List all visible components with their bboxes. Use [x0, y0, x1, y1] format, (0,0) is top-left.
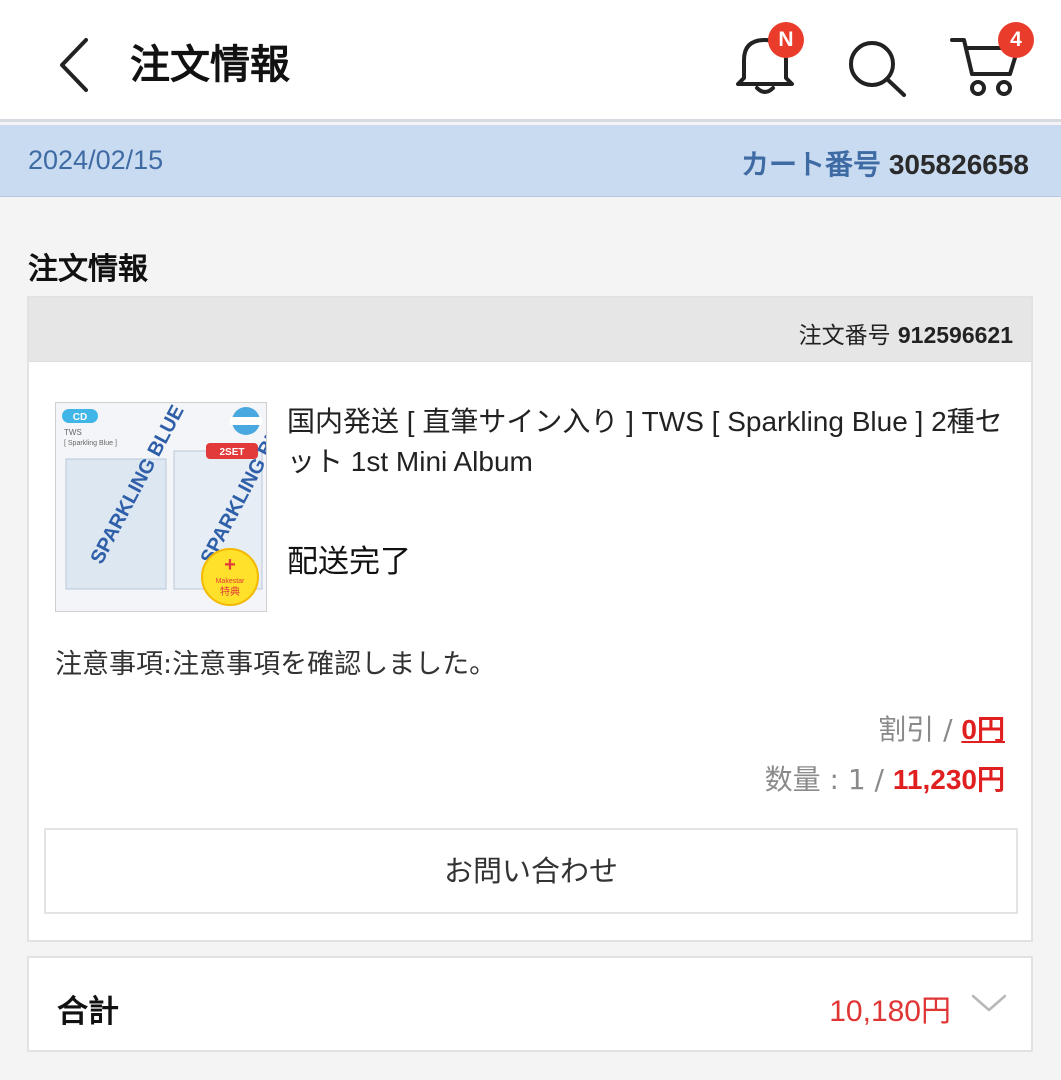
chevron-left-icon	[60, 38, 88, 92]
discount-value[interactable]: 0円	[961, 714, 1005, 745]
order-number-value: 912596621	[897, 322, 1013, 348]
order-notes: 注意事項:注意事項を確認しました。	[55, 649, 497, 680]
notification-badge: N	[768, 22, 804, 58]
cart-info-bar: 2024/02/15 カート番号 305826658	[0, 125, 1061, 197]
inquiry-button[interactable]: お問い合わせ	[44, 828, 1018, 914]
set-tag: 2SET	[219, 447, 244, 458]
chevron-down-icon[interactable]	[969, 988, 1009, 1018]
section-title: 注文情報	[28, 252, 148, 287]
search-button[interactable]	[842, 36, 912, 98]
page-title: 注文情報	[130, 42, 290, 88]
product-name[interactable]: 国内発送 [ 直筆サイン入り ] TWS [ Sparkling Blue ] …	[287, 402, 1017, 482]
cart-number: カート番号 305826658	[741, 143, 1029, 183]
quantity-label: 数量 : 1 /	[764, 763, 893, 796]
order-number-label: 注文番号	[798, 323, 891, 349]
app-header: 注文情報 N 4	[0, 0, 1061, 122]
bonus-label: Makestar	[216, 578, 245, 585]
product-thumbnail[interactable]: CD TWS [ Sparkling Blue ] 2SET SPARKLING…	[55, 402, 267, 612]
total-label: 合計	[57, 994, 119, 1030]
total-row[interactable]: 合計 10,180円	[27, 956, 1033, 1052]
cd-tag: CD	[73, 412, 87, 423]
shipping-status: 配送完了	[287, 544, 411, 580]
album-cover-image: CD TWS [ Sparkling Blue ] 2SET SPARKLING…	[56, 403, 266, 611]
order-number: 注文番号 912596621	[799, 316, 1013, 350]
order-date: 2024/02/15	[28, 145, 164, 175]
order-card: 注文番号 912596621 CD TWS [ Sparkling Blue ]…	[27, 296, 1033, 942]
quantity-price-line: 数量 : 1 / 11,230円	[765, 758, 1005, 798]
order-header: 注文番号 912596621	[29, 298, 1031, 362]
bonus-plus: +	[224, 554, 236, 576]
bonus-text: 特典	[220, 585, 240, 598]
discount-line: 割引 / 0円	[878, 708, 1005, 748]
discount-label: 割引 /	[878, 713, 962, 746]
total-value: 10,180円	[829, 995, 951, 1028]
search-icon	[849, 41, 906, 97]
cart-number-value: 305826658	[888, 149, 1029, 180]
item-price: 11,230円	[892, 764, 1005, 795]
back-button[interactable]	[48, 34, 108, 96]
cart-number-label: カート番号	[741, 149, 882, 180]
thumb-artist: TWS	[64, 428, 82, 437]
thumb-album: [ Sparkling Blue ]	[64, 440, 117, 447]
cart-count-badge: 4	[998, 22, 1034, 58]
